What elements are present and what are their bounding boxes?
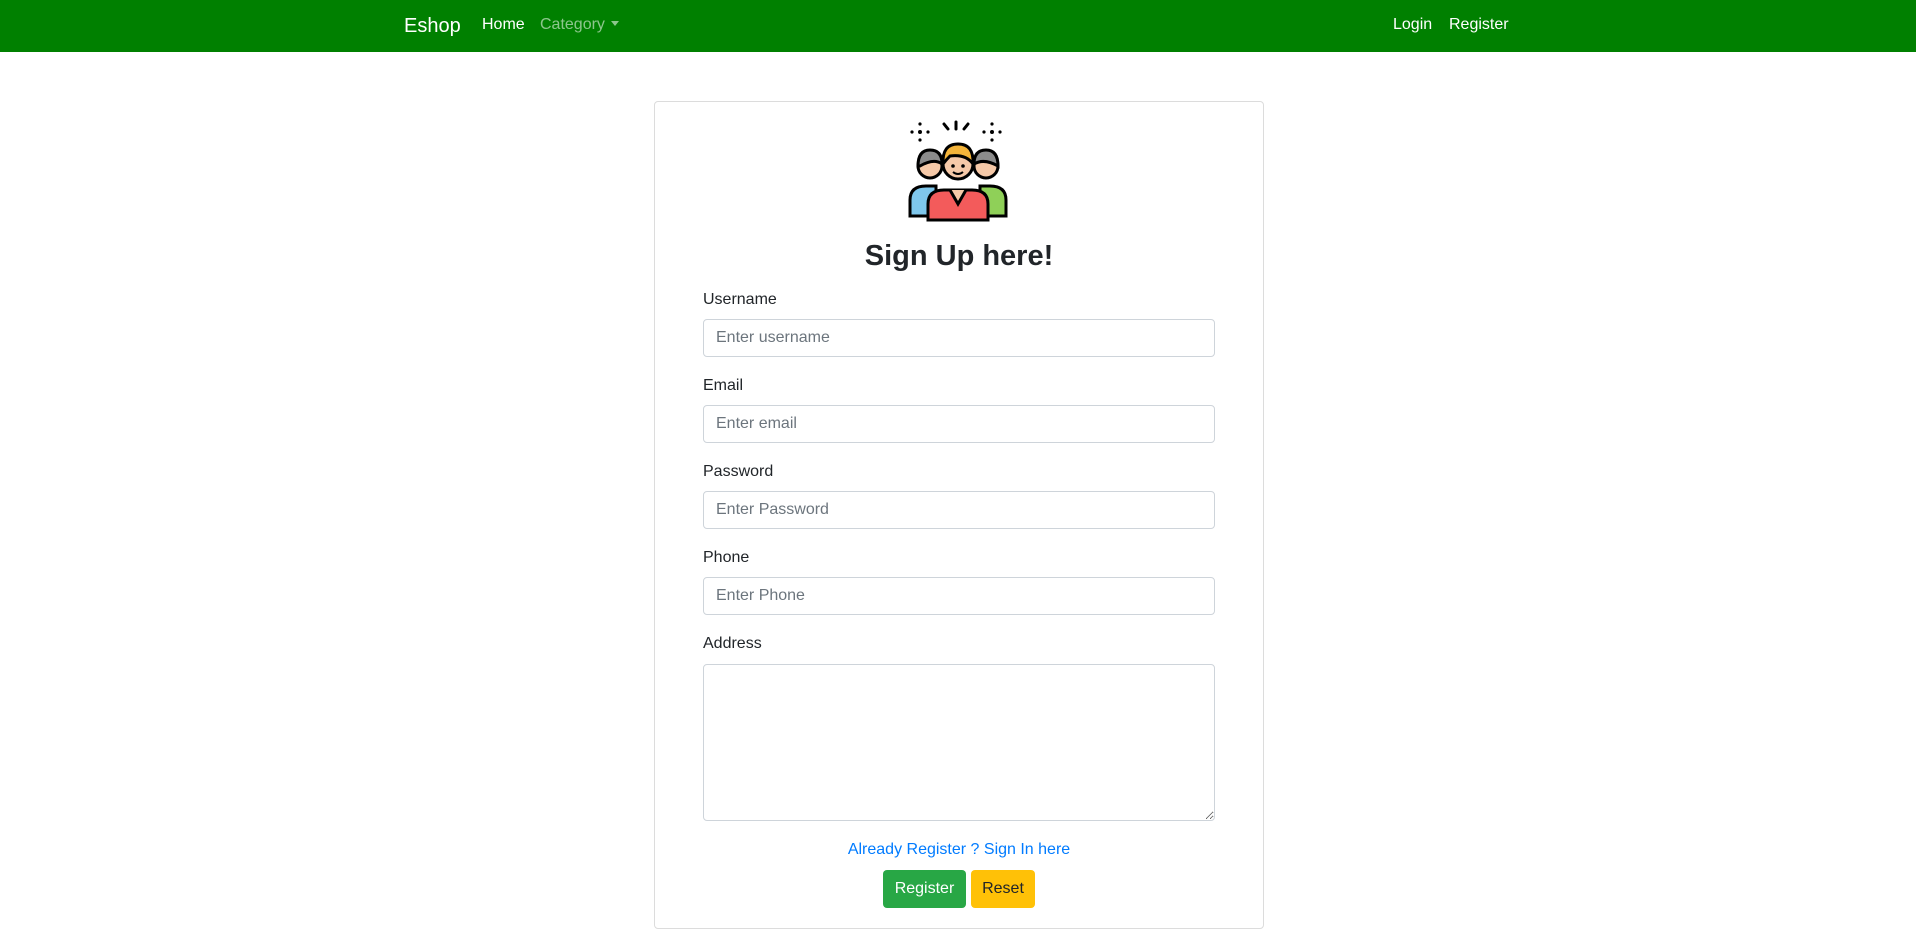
reset-button[interactable]: Reset bbox=[971, 870, 1035, 908]
email-label: Email bbox=[703, 377, 744, 394]
address-label: Address bbox=[703, 635, 762, 652]
signin-link[interactable]: Already Register ? Sign In here bbox=[654, 840, 1264, 860]
register-button[interactable]: Register bbox=[883, 870, 966, 908]
address-textarea[interactable] bbox=[703, 664, 1215, 821]
top-navbar: Eshop Home Category Login Register bbox=[0, 0, 1916, 52]
phone-label: Phone bbox=[703, 549, 750, 566]
caret-down-icon bbox=[610, 21, 619, 26]
group-people-icon bbox=[908, 120, 1008, 222]
username-input[interactable] bbox=[703, 319, 1215, 357]
nav-register-link[interactable]: Register bbox=[1449, 15, 1509, 35]
page-title: Sign Up here! bbox=[864, 240, 1054, 272]
nav-category-dropdown[interactable]: Category bbox=[540, 15, 619, 35]
nav-category-label: Category bbox=[540, 16, 605, 33]
nav-home-link[interactable]: Home bbox=[482, 15, 525, 35]
username-label: Username bbox=[703, 291, 777, 308]
phone-input[interactable] bbox=[703, 577, 1215, 615]
password-input[interactable] bbox=[703, 491, 1215, 529]
nav-login-link[interactable]: Login bbox=[1393, 15, 1432, 35]
password-label: Password bbox=[703, 463, 774, 480]
brand-logo-link[interactable]: Eshop bbox=[404, 13, 461, 39]
email-input[interactable] bbox=[703, 405, 1215, 443]
